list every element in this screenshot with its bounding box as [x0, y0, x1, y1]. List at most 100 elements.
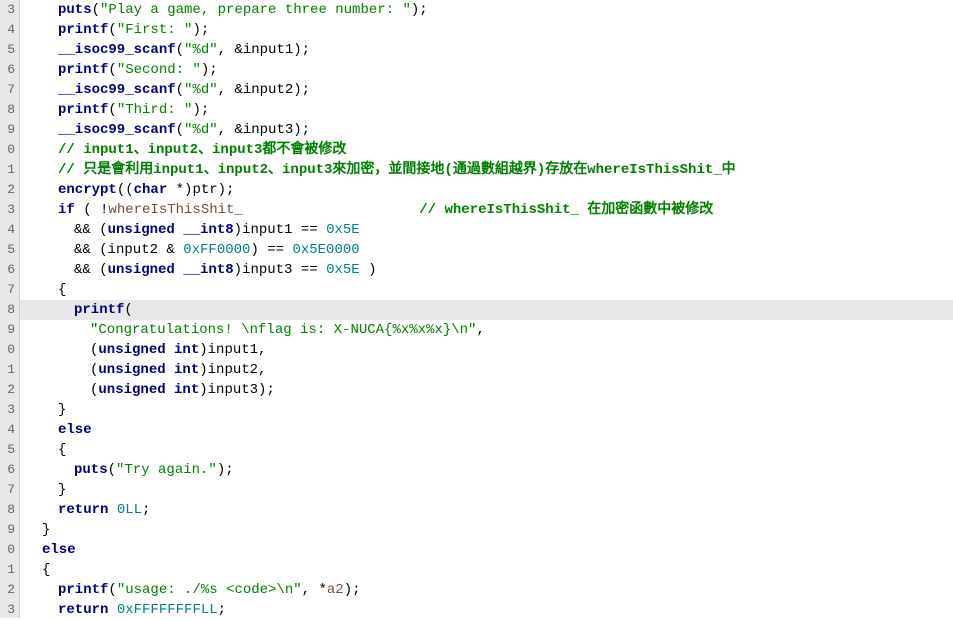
token: ;	[218, 602, 226, 618]
token: unsigned int	[98, 362, 199, 378]
token: ( !	[75, 202, 109, 218]
token: *)ptr);	[176, 182, 235, 198]
token: }	[58, 482, 66, 498]
token: "Second: "	[117, 62, 201, 78]
line-number: 6	[0, 460, 19, 480]
line-number: 8	[0, 500, 19, 520]
line-number: 8	[0, 100, 19, 120]
code-editor: 3456789012345678901234567890123 puts("Pl…	[0, 0, 953, 618]
token: __isoc99_scanf	[58, 82, 176, 98]
code-line: && (input2 & 0xFF0000) == 0x5E0000	[20, 240, 953, 260]
code-line: (unsigned int)input1,	[20, 340, 953, 360]
code-line: // input1、input2、input3都不會被修改	[20, 140, 953, 160]
token: "%d"	[184, 42, 218, 58]
token: (	[176, 82, 184, 98]
token: return	[58, 602, 108, 618]
code-line: __isoc99_scanf("%d", &input3);	[20, 120, 953, 140]
code-line: else	[20, 540, 953, 560]
line-number: 0	[0, 140, 19, 160]
line-number: 7	[0, 480, 19, 500]
token: __isoc99_scanf	[58, 122, 176, 138]
token: "usage: ./%s <code>\n"	[117, 582, 302, 598]
code-line: return 0LL;	[20, 500, 953, 520]
token: (	[108, 62, 116, 78]
code-line: (unsigned int)input2,	[20, 360, 953, 380]
line-number: 3	[0, 600, 19, 620]
line-number: 2	[0, 580, 19, 600]
line-number: 4	[0, 220, 19, 240]
line-number: 9	[0, 320, 19, 340]
code-line: printf("Second: ");	[20, 60, 953, 80]
token: // 只是會利用input1、input2、input3來加密，並間接地(通過數…	[58, 162, 736, 178]
token	[108, 502, 116, 518]
token: if	[58, 202, 75, 218]
token: {	[58, 442, 66, 458]
line-number: 6	[0, 60, 19, 80]
line-number: 4	[0, 20, 19, 40]
token: 0x5E	[326, 262, 360, 278]
token: );	[217, 462, 234, 478]
line-number: 9	[0, 120, 19, 140]
line-number: 3	[0, 0, 19, 20]
token: "%d"	[184, 122, 218, 138]
token: 0xFF0000	[183, 242, 250, 258]
code-line: __isoc99_scanf("%d", &input2);	[20, 80, 953, 100]
token: puts	[58, 2, 92, 18]
token: ) ==	[250, 242, 292, 258]
line-number: 1	[0, 360, 19, 380]
line-number: 5	[0, 440, 19, 460]
token: )input3 ==	[234, 262, 326, 278]
code-line: "Congratulations! \nflag is: X-NUCA{%x%x…	[20, 320, 953, 340]
token: 0x5E	[326, 222, 360, 238]
code-area[interactable]: puts("Play a game, prepare three number:…	[20, 0, 953, 618]
token: a2	[327, 582, 344, 598]
code-line: puts("Play a game, prepare three number:…	[20, 0, 953, 20]
token: "Third: "	[117, 102, 193, 118]
token: )input2,	[199, 362, 266, 378]
token: (	[176, 42, 184, 58]
token: && (input2 &	[74, 242, 183, 258]
token: 0x5E0000	[292, 242, 359, 258]
code-line: // 只是會利用input1、input2、input3來加密，並間接地(通過數…	[20, 160, 953, 180]
token: 0xFFFFFFFFLL	[117, 602, 218, 618]
token: );	[192, 22, 209, 38]
code-line: && (unsigned __int8)input1 == 0x5E	[20, 220, 953, 240]
line-number: 1	[0, 560, 19, 580]
token: printf	[58, 62, 108, 78]
token	[108, 602, 116, 618]
token: "First: "	[117, 22, 193, 38]
token: "Congratulations! \nflag is: X-NUCA{%x%x…	[90, 322, 476, 338]
token: {	[42, 562, 50, 578]
gutter: 3456789012345678901234567890123	[0, 0, 20, 618]
code-line: __isoc99_scanf("%d", &input1);	[20, 40, 953, 60]
token: (	[176, 122, 184, 138]
line-number: 9	[0, 520, 19, 540]
token	[243, 202, 419, 218]
token: 0LL	[117, 502, 142, 518]
token: encrypt	[58, 182, 117, 198]
line-number: 3	[0, 200, 19, 220]
token: )input1,	[199, 342, 266, 358]
line-number: 4	[0, 420, 19, 440]
token: printf	[74, 302, 124, 318]
token: (	[124, 302, 132, 318]
token: printf	[58, 582, 108, 598]
token: && (	[74, 262, 108, 278]
code-line: printf("First: ");	[20, 20, 953, 40]
code-line: if ( !whereIsThisShit_ // whereIsThisShi…	[20, 200, 953, 220]
token: );	[344, 582, 361, 598]
line-number: 8	[0, 300, 19, 320]
line-number: 5	[0, 240, 19, 260]
line-number: 0	[0, 540, 19, 560]
code-line: printf("Third: ");	[20, 100, 953, 120]
token: else	[42, 542, 76, 558]
token: unsigned __int8	[108, 222, 234, 238]
token: return	[58, 502, 108, 518]
line-number: 6	[0, 260, 19, 280]
code-line: puts("Try again.");	[20, 460, 953, 480]
token: )	[360, 262, 377, 278]
token: && (	[74, 222, 108, 238]
code-line: printf("usage: ./%s <code>\n", *a2);	[20, 580, 953, 600]
token: )input3);	[199, 382, 275, 398]
token: "Try again."	[116, 462, 217, 478]
